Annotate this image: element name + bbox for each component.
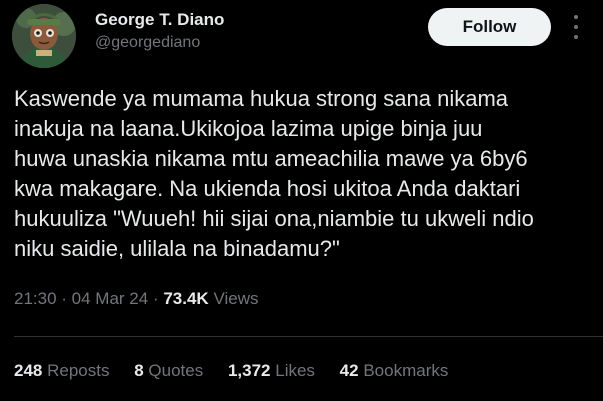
views-count: 73.4K	[163, 289, 209, 308]
more-dot	[574, 35, 578, 39]
bookmarks-count: 42	[339, 361, 359, 380]
tweet-line: hukuuliza "Wuueh! hii sijai ona,niambie …	[14, 206, 534, 231]
likes-label: Likes	[275, 361, 315, 380]
author-handle[interactable]: @georgediano	[95, 34, 200, 52]
meta-separator: ·	[61, 289, 72, 308]
tweet-time[interactable]: 21:30	[14, 289, 57, 308]
more-dot	[574, 15, 578, 19]
tweet-date[interactable]: 04 Mar 24	[72, 289, 149, 308]
likes-count: 1,372	[227, 361, 271, 380]
views-label: Views	[213, 289, 259, 308]
reposts-label: Reposts	[47, 361, 110, 380]
tweet-line: Kaswende ya mumama hukua strong sana nik…	[14, 86, 509, 111]
quotes-count: 8	[134, 361, 144, 380]
author-name[interactable]: George T. Diano	[95, 10, 224, 30]
reposts-count: 248	[14, 361, 43, 380]
quotes-stat[interactable]: 8 Quotes	[134, 361, 203, 381]
meta-separator: ·	[152, 289, 164, 308]
tweet-line: huwa unaskia nikama mtu ameachilia mawe …	[14, 146, 528, 171]
engagement-stats: 248 Reposts 8 Quotes 1,372 Likes 42 Book…	[14, 361, 468, 381]
tweet-meta: 21:30 · 04 Mar 24 · 73.4K Views	[14, 289, 259, 309]
likes-stat[interactable]: 1,372 Likes	[228, 361, 315, 381]
tweet-text: Kaswende ya mumama hukua strong sana nik…	[14, 84, 594, 264]
bookmarks-stat[interactable]: 42 Bookmarks	[340, 361, 449, 381]
tweet-line: inakuja na laana.Ukikojoa lazima upige b…	[14, 116, 483, 141]
more-dot	[574, 25, 578, 29]
tweet-line: kwa makagare. Na ukienda hosi ukitoa And…	[14, 176, 521, 201]
bookmarks-label: Bookmarks	[363, 361, 449, 380]
reposts-stat[interactable]: 248 Reposts	[14, 361, 109, 381]
divider	[14, 336, 603, 337]
follow-button[interactable]: Follow	[428, 8, 551, 46]
more-vertical-icon[interactable]	[565, 12, 587, 42]
tweet-line: niku saidie, ulilala na binadamu?"	[14, 236, 340, 261]
author-avatar[interactable]	[12, 4, 76, 68]
avatar-image	[12, 4, 76, 68]
quotes-label: Quotes	[148, 361, 204, 380]
